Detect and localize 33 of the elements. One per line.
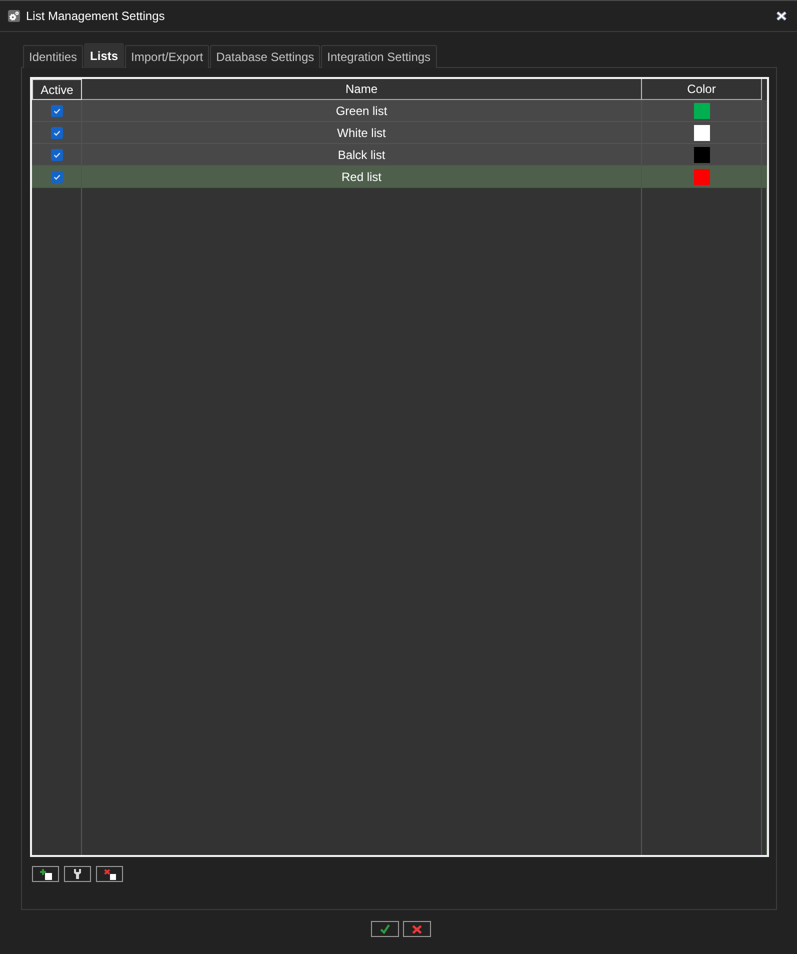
plus-square-icon bbox=[40, 868, 52, 880]
list-row[interactable]: White list bbox=[32, 122, 767, 144]
tab[interactable]: Integration Settings bbox=[321, 45, 437, 68]
x-mark-icon bbox=[412, 924, 422, 934]
list-name: Red list bbox=[341, 170, 382, 184]
list-name: White list bbox=[337, 126, 386, 140]
column-header: Color bbox=[642, 79, 762, 100]
check-icon bbox=[380, 924, 390, 934]
tab[interactable]: Database Settings bbox=[210, 45, 320, 68]
tab[interactable]: Lists bbox=[84, 43, 124, 68]
column-header: Active bbox=[32, 79, 82, 100]
checkbox[interactable] bbox=[50, 104, 62, 116]
list-row[interactable]: Red list bbox=[32, 166, 767, 188]
column-header: Name bbox=[82, 79, 642, 100]
gears-icon bbox=[8, 10, 20, 22]
wrench-icon bbox=[74, 869, 81, 879]
x-square-icon bbox=[104, 868, 116, 880]
list-row[interactable]: Balck list bbox=[32, 144, 767, 166]
checkbox[interactable] bbox=[50, 148, 62, 160]
list-row[interactable]: Green list bbox=[32, 100, 767, 122]
list-name: Balck list bbox=[338, 148, 386, 162]
edit-button[interactable] bbox=[64, 866, 91, 882]
tab[interactable]: Identities bbox=[23, 45, 84, 68]
checkbox[interactable] bbox=[50, 126, 62, 138]
checkbox[interactable] bbox=[50, 170, 62, 182]
cancel-button[interactable] bbox=[402, 921, 430, 937]
tab[interactable]: Import/Export bbox=[125, 45, 210, 68]
add-button[interactable] bbox=[32, 866, 59, 882]
ok-button[interactable] bbox=[370, 921, 398, 937]
list-name: Green list bbox=[336, 104, 388, 118]
window-title: List Management Settings bbox=[26, 9, 166, 23]
close-icon[interactable] bbox=[776, 11, 787, 21]
delete-button[interactable] bbox=[96, 866, 123, 882]
